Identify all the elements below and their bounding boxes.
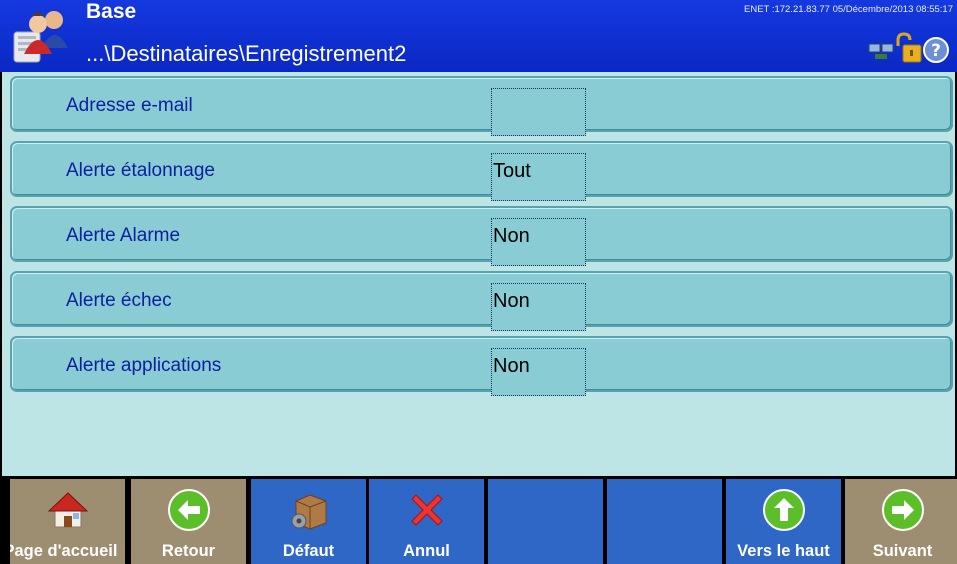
status-text: ENET :172.21.83.77 05/Décembre/2013 08:5… xyxy=(744,4,953,15)
empty-softkey-6[interactable] xyxy=(607,479,722,564)
row-label: Alerte échec xyxy=(66,290,172,311)
help-icon[interactable]: ? xyxy=(923,37,949,63)
row-label: Alerte applications xyxy=(66,355,222,376)
default-button-label: Défaut xyxy=(282,542,335,560)
row-label: Alerte Alarme xyxy=(66,225,181,246)
email-value-field[interactable] xyxy=(491,88,586,136)
row-alerte-echec[interactable]: Alerte échec Non xyxy=(10,271,953,331)
row-adresse-email[interactable]: Adresse e-mail xyxy=(10,76,953,136)
cancel-button-label: Annul xyxy=(403,542,450,560)
alarm-alert-value[interactable]: Non xyxy=(491,218,586,266)
default-button[interactable]: Défaut xyxy=(251,479,366,564)
empty-softkey-5[interactable] xyxy=(488,479,603,564)
softkey-bar: Page d'accueil Retour Défaut Annul Vers … xyxy=(0,477,957,564)
next-arrow-icon xyxy=(881,489,924,531)
failure-alert-value[interactable]: Non xyxy=(491,283,586,331)
calibration-alert-value[interactable]: Tout xyxy=(491,153,586,201)
back-button[interactable]: Retour xyxy=(131,479,246,564)
back-arrow-icon xyxy=(167,489,210,531)
users-app-icon xyxy=(13,11,68,63)
row-alerte-alarme[interactable]: Alerte Alarme Non xyxy=(10,206,953,266)
scroll-up-button[interactable]: Vers le haut xyxy=(726,479,841,564)
status-icons: ? xyxy=(835,32,951,68)
home-button-label: Page d'accueil xyxy=(10,542,118,560)
row-label: Alerte étalonnage xyxy=(66,160,215,181)
row-label: Adresse e-mail xyxy=(66,95,193,116)
next-button[interactable]: Suivant xyxy=(845,479,957,564)
title-bar: Base ...\Destinataires\Enregistrement2 E… xyxy=(0,0,957,72)
home-button[interactable]: Page d'accueil xyxy=(10,479,125,564)
box-gear-icon xyxy=(291,494,326,530)
svg-text:?: ? xyxy=(931,41,941,61)
network-icon xyxy=(868,43,894,59)
back-button-label: Retour xyxy=(161,542,216,560)
breadcrumb-path: ...\Destinataires\Enregistrement2 xyxy=(86,41,407,66)
red-x-icon xyxy=(410,494,443,526)
applications-alert-value[interactable]: Non xyxy=(491,348,586,396)
row-alerte-applications[interactable]: Alerte applications Non xyxy=(10,336,953,396)
up-arrow-icon xyxy=(762,489,805,531)
page-title: Base xyxy=(86,0,137,23)
row-alerte-etalonnage[interactable]: Alerte étalonnage Tout xyxy=(10,141,953,201)
settings-list: Adresse e-mail Alerte étalonnage Tout Al… xyxy=(2,72,955,476)
cancel-button[interactable]: Annul xyxy=(369,479,484,564)
next-button-label: Suivant xyxy=(872,542,933,560)
unlocked-padlock-icon xyxy=(896,32,922,63)
scroll-up-button-label: Vers le haut xyxy=(737,542,830,560)
home-icon xyxy=(47,492,88,528)
